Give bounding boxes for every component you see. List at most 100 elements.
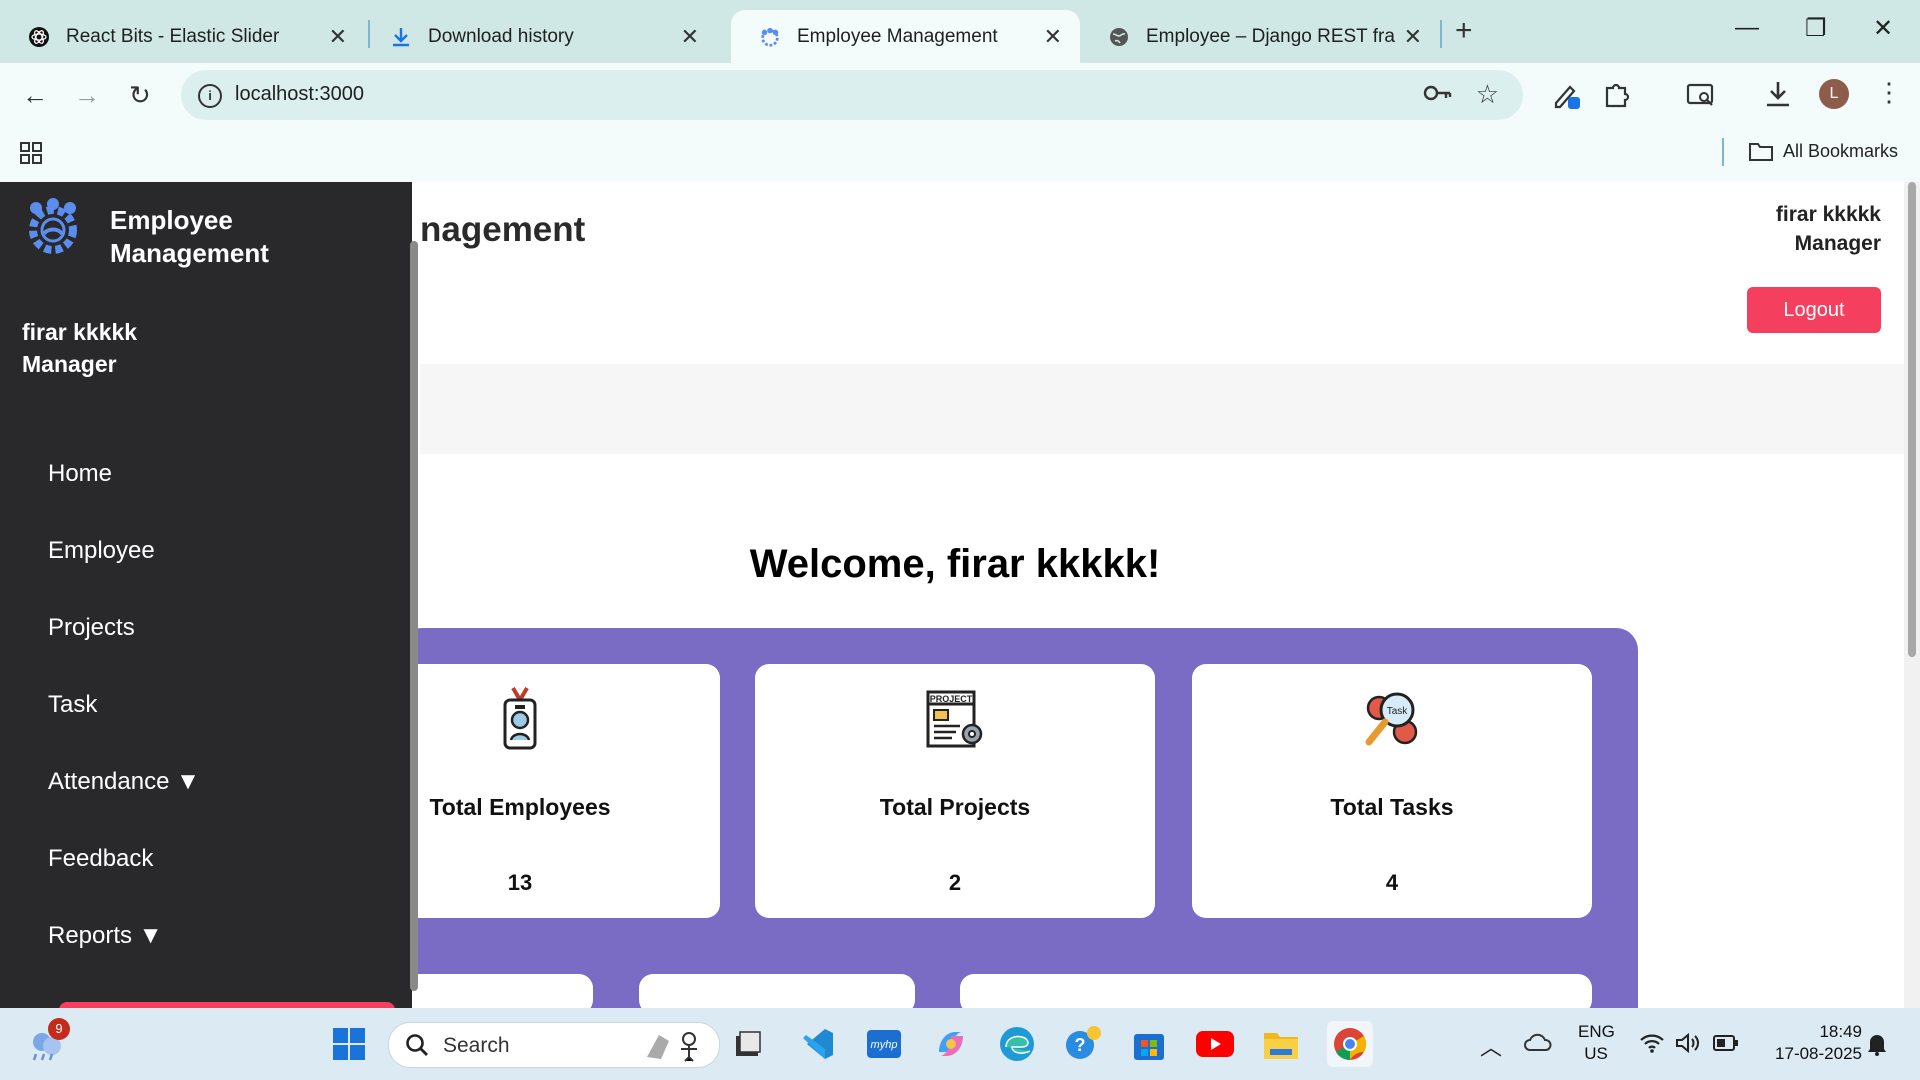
stat-label: Total Projects [879,794,1031,820]
sidebar-item-projects[interactable]: Projects [48,614,135,642]
page-title: nagement [420,210,586,249]
brand-line: Employee [110,205,233,235]
address-bar[interactable]: i localhost:3000 ☆ [181,70,1523,120]
header-user-role: Manager [1794,232,1881,255]
copilot-icon[interactable] [931,1024,971,1064]
sidebar-scrollbar[interactable] [410,241,418,991]
stat-card-tasks[interactable]: Task Total Tasks 4 [1192,664,1592,918]
close-icon[interactable]: ✕ [1404,24,1422,50]
microsoft-store-icon[interactable] [1129,1024,1169,1064]
sidebar-item-employee[interactable]: Employee [48,537,155,565]
profile-avatar[interactable]: L [1819,79,1849,109]
sidebar-item-feedback[interactable]: Feedback [48,845,153,873]
task-magnifier-gear-icon: Task [1359,686,1425,752]
reload-icon[interactable]: ↻ [129,80,151,111]
folder-icon [1748,140,1774,167]
minimize-icon[interactable]: — [1735,14,1759,42]
language-indicator[interactable]: ENG US [1578,1021,1615,1065]
youtube-icon[interactable] [1195,1024,1235,1064]
stat-card-projects[interactable]: PROJECT Total Projects 2 [755,664,1155,918]
edit-pen-icon[interactable] [1552,79,1584,116]
folder-explorer-icon[interactable] [1261,1024,1301,1064]
stat-label: Total Tasks [1330,794,1454,820]
back-icon[interactable]: ← [22,80,48,111]
content-band [420,364,1910,454]
tab-title: Employee Management [797,25,998,47]
search-highlight-icon [637,1027,707,1068]
download-icon [390,26,412,48]
language-line: ENG [1578,1022,1615,1041]
chrome-icon[interactable] [1327,1021,1373,1067]
apps-grid-icon[interactable] [20,142,42,169]
new-tab-button[interactable]: + [1455,14,1473,48]
react-bits-icon [28,26,50,48]
close-icon[interactable]: ✕ [329,24,347,50]
header-user-info: firar kkkkk Manager [1776,200,1881,258]
secondary-card [639,974,915,1008]
wifi-icon[interactable] [1639,1032,1665,1059]
address-text: localhost:3000 [235,83,364,105]
clock-time: 18:49 [1819,1022,1862,1041]
window-close-icon[interactable]: ✕ [1873,14,1893,43]
bookmark-star-icon[interactable]: ☆ [1476,79,1499,110]
close-icon[interactable]: ✕ [681,24,699,50]
downloads-icon[interactable] [1764,79,1792,114]
brand-line: Management [110,238,269,268]
stat-value: 4 [1385,870,1399,895]
sidebar-item-task[interactable]: Task [48,691,97,719]
language-line: US [1584,1044,1608,1063]
page-scrollbar-thumb[interactable] [1908,182,1916,657]
stats-panel: Total Employees 13 PROJECT Total Project… [320,628,1638,1008]
svg-text:myhp: myhp [871,1039,898,1051]
tab-react-bits[interactable]: React Bits - Elastic Slider ✕ [0,10,365,63]
tray-overflow-icon[interactable]: ︿ [1480,1030,1502,1062]
volume-icon[interactable] [1674,1032,1700,1059]
notification-bell-icon[interactable] [1866,1032,1888,1061]
screen-search-icon[interactable] [1686,82,1716,113]
secondary-card [960,974,1592,1008]
sidebar-user-role: Manager [22,351,117,377]
team-gear-icon [22,194,84,256]
logout-button[interactable]: Logout [1747,287,1881,333]
sidebar-item-attendance[interactable]: Attendance ▼ [48,768,200,796]
tab-title: Download history [428,25,574,47]
tab-employee-management[interactable]: Employee Management ✕ [731,10,1080,63]
page-scrollbar[interactable] [1904,182,1920,1008]
extensions-icon[interactable] [1603,80,1631,113]
globe-icon [1108,26,1130,48]
taskbar-search[interactable]: Search [388,1022,720,1068]
bookmarks-bar: All Bookmarks [0,126,1920,182]
notification-badge: 9 [48,1018,70,1040]
project-document-icon: PROJECT [922,686,988,752]
all-bookmarks-link[interactable]: All Bookmarks [1783,141,1898,162]
forward-icon[interactable]: → [74,80,100,111]
tab-divider [1440,20,1442,48]
header-user-name: firar kkkkk [1775,203,1881,226]
tab-django-rest[interactable]: Employee – Django REST frame ✕ [1080,10,1440,63]
close-icon[interactable]: ✕ [1044,24,1062,50]
battery-icon[interactable] [1713,1034,1739,1057]
file-explorer-dark-icon[interactable] [728,1024,768,1064]
edge-icon[interactable] [997,1024,1037,1064]
password-key-icon[interactable] [1423,81,1453,110]
sidebar-item-home[interactable]: Home [48,460,112,488]
restore-icon[interactable]: ❐ [1805,14,1827,43]
tab-download-history[interactable]: Download history ✕ [362,10,717,63]
windows-start-icon[interactable] [329,1024,369,1064]
site-info-icon[interactable]: i [198,84,222,108]
clock-date: 17-08-2025 [1775,1044,1862,1063]
help-icon[interactable]: ? [1063,1024,1103,1064]
clock[interactable]: 18:49 17-08-2025 [1758,1021,1862,1065]
vscode-icon[interactable] [797,1024,837,1064]
kebab-menu-icon[interactable]: ⋮ [1876,77,1902,108]
sidebar: Employee Management firar kkkkk Manager … [0,182,412,1014]
browser-tab-strip: React Bits - Elastic Slider ✕ Download h… [0,0,1920,63]
bookmarks-divider [1722,138,1724,166]
sidebar-item-reports[interactable]: Reports ▼ [48,922,162,950]
taskbar: 9 Search myhp ? ︿ ENG US 18:49 17-08-202… [0,1008,1920,1080]
myhp-icon[interactable]: myhp [864,1024,904,1064]
welcome-heading: Welcome, firar kkkkk! [749,542,1161,586]
search-icon [405,1033,429,1062]
svg-text:Task: Task [1387,706,1409,717]
onedrive-icon[interactable] [1524,1032,1554,1059]
